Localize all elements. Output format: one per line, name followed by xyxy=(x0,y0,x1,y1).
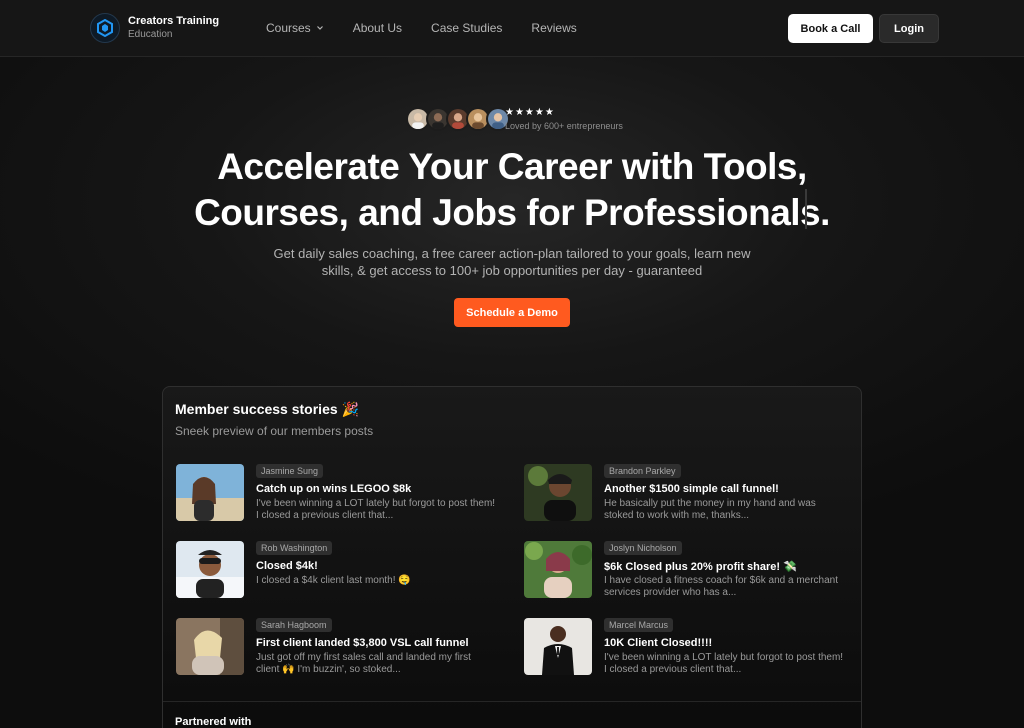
hero-title-line1: Accelerate Your Career with Tools, xyxy=(217,146,807,187)
book-call-button[interactable]: Book a Call xyxy=(788,14,873,43)
author-tag: Sarah Hagboom xyxy=(256,618,332,632)
brand-sub: Education xyxy=(128,29,173,40)
logo-icon xyxy=(90,13,120,43)
story-title: $6k Closed plus 20% profit share! 💸 xyxy=(604,561,797,573)
top-nav: Creators Training Education Courses Abou… xyxy=(0,0,1024,57)
author-tag: Jasmine Sung xyxy=(256,464,324,478)
author-tag: Brandon Parkley xyxy=(604,464,681,478)
member-stories-card: Member success stories 🎉 Sneek preview o… xyxy=(162,386,862,728)
story-title: First client landed $3,800 VSL call funn… xyxy=(256,637,469,649)
nav-courses[interactable]: Courses xyxy=(266,21,324,35)
rating-stars: ★★★★★ xyxy=(505,107,555,118)
brand[interactable]: Creators Training Education xyxy=(90,13,219,43)
page: Creators Training Education Courses Abou… xyxy=(0,0,1024,728)
nav-courses-label: Courses xyxy=(266,21,311,35)
story-thumbnail xyxy=(176,464,244,521)
login-button[interactable]: Login xyxy=(879,14,939,43)
nav-reviews[interactable]: Reviews xyxy=(531,21,576,35)
story-title: 10K Client Closed!!!! xyxy=(604,637,713,649)
loved-by-text: Loved by 600+ entrepreneurs xyxy=(505,121,623,131)
text-cursor xyxy=(805,189,807,229)
nav-about-us[interactable]: About Us xyxy=(353,21,402,35)
story-body: I've been winning a LOT lately but forgo… xyxy=(256,498,496,521)
nav-case-studies[interactable]: Case Studies xyxy=(431,21,502,35)
author-tag: Marcel Marcus xyxy=(604,618,674,632)
story-item[interactable]: Joslyn Nicholson $6k Closed plus 20% pro… xyxy=(524,541,844,601)
story-title: Catch up on wins LEGOO $8k xyxy=(256,483,412,495)
story-body: I closed a $4k client last month! 🤤 xyxy=(256,575,411,586)
hero-subtitle: Get daily sales coaching, a free career … xyxy=(273,246,751,278)
hero-title-line2: Courses, and Jobs for Professionals. xyxy=(194,192,830,233)
nav-links: Courses About Us Case Studies Reviews xyxy=(266,21,606,35)
schedule-demo-button[interactable]: Schedule a Demo xyxy=(454,298,570,327)
story-body: I have closed a fitness coach for $6k an… xyxy=(604,575,839,598)
story-thumbnail xyxy=(176,541,244,598)
story-item[interactable]: Marcel Marcus 10K Client Closed!!!! I've… xyxy=(524,618,844,678)
story-title: Closed $4k! xyxy=(256,560,318,572)
chevron-down-icon xyxy=(316,26,323,30)
stories-title: Member success stories 🎉 xyxy=(175,401,359,417)
story-thumbnail xyxy=(524,541,592,598)
stories-subtitle: Sneek preview of our members posts xyxy=(175,424,374,438)
author-tag: Joslyn Nicholson xyxy=(604,541,682,555)
brand-name: Creators Training xyxy=(128,15,220,27)
story-body: Just got off my first sales call and lan… xyxy=(256,652,471,675)
story-thumbnail xyxy=(176,618,244,675)
story-item[interactable]: Jasmine Sung Catch up on wins LEGOO $8k … xyxy=(176,464,496,524)
author-tag: Rob Washington xyxy=(256,541,333,555)
partnered-heading: Partnered with xyxy=(175,716,252,728)
hero-title: Accelerate Your Career with Tools, Cours… xyxy=(112,144,912,236)
story-item[interactable]: Sarah Hagboom First client landed $3,800… xyxy=(176,618,496,678)
card-divider xyxy=(163,701,861,702)
story-body: I've been winning a LOT lately but forgo… xyxy=(604,652,844,675)
story-thumbnail xyxy=(524,464,592,521)
avatar-group xyxy=(406,107,510,131)
story-body: He basically put the money in my hand an… xyxy=(604,498,816,521)
story-thumbnail xyxy=(524,618,592,675)
story-item[interactable]: Rob Washington Closed $4k! I closed a $4… xyxy=(176,541,496,601)
story-title: Another $1500 simple call funnel! xyxy=(604,483,779,495)
story-item[interactable]: Brandon Parkley Another $1500 simple cal… xyxy=(524,464,844,524)
